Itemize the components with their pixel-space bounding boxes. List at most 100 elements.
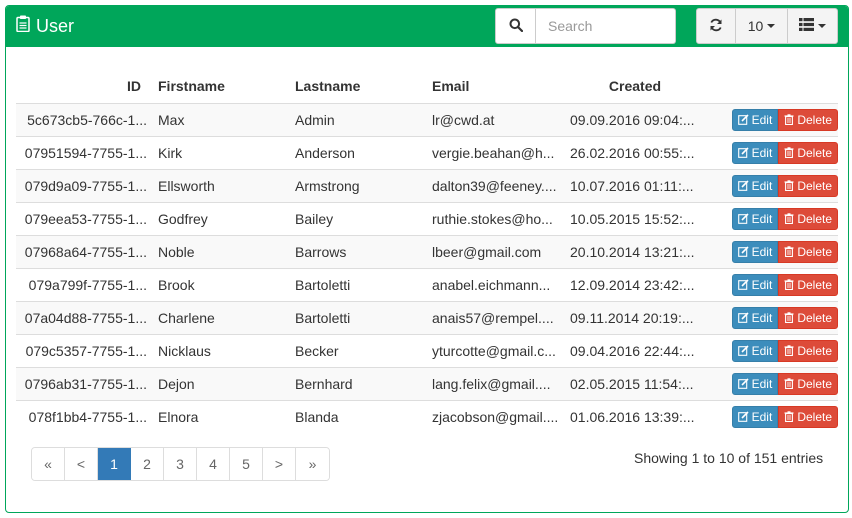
table-row[interactable]: 078f1bb4-7755-1... Elnora Blanda zjacobs… <box>16 399 838 433</box>
delete-button[interactable]: Delete <box>778 306 838 329</box>
column-header-firstname[interactable]: Firstname <box>153 70 290 103</box>
page-4[interactable]: 4 <box>197 448 230 480</box>
cell-firstname: Kirk <box>153 135 290 169</box>
edit-label: Edit <box>751 244 773 259</box>
cell-firstname: Noble <box>153 234 290 268</box>
delete-button[interactable]: Delete <box>778 372 838 395</box>
table-row[interactable]: 07a04d88-7755-1... Charlene Bartoletti a… <box>16 300 838 334</box>
table-row[interactable]: 07968a64-7755-1... Noble Barrows lbeer@g… <box>16 234 838 268</box>
edit-button[interactable]: Edit <box>731 174 779 197</box>
delete-button[interactable]: Delete <box>778 108 838 131</box>
edit-icon <box>737 180 749 191</box>
page-5[interactable]: 5 <box>230 448 263 480</box>
table-row[interactable]: 079eea53-7755-1... Godfrey Bailey ruthie… <box>16 201 838 235</box>
trash-icon <box>784 345 794 356</box>
delete-button[interactable]: Delete <box>778 273 838 296</box>
column-header-actions <box>705 70 838 103</box>
cell-id: 079c5357-7755-1... <box>16 333 153 367</box>
cell-created: 26.02.2016 00:55:... <box>565 135 705 169</box>
edit-label: Edit <box>751 178 773 193</box>
panel-title: User <box>16 15 74 37</box>
cell-firstname: Nicklaus <box>153 333 290 367</box>
cell-id: 07951594-7755-1... <box>16 135 153 169</box>
trash-icon <box>784 246 794 257</box>
cell-lastname: Becker <box>290 333 427 367</box>
user-panel: User Search 10 ID Firstname Lastname Ema… <box>5 5 849 513</box>
edit-button[interactable]: Edit <box>731 372 779 395</box>
delete-label: Delete <box>797 145 832 160</box>
cell-actions: Edit Delete <box>705 234 838 268</box>
refresh-button[interactable] <box>697 9 736 43</box>
delete-label: Delete <box>797 112 832 127</box>
edit-button[interactable]: Edit <box>731 207 779 230</box>
page-2[interactable]: 2 <box>131 448 164 480</box>
cell-id: 07a04d88-7755-1... <box>16 300 153 334</box>
table-row[interactable]: 079c5357-7755-1... Nicklaus Becker yturc… <box>16 333 838 367</box>
delete-button[interactable]: Delete <box>778 405 838 428</box>
search-button[interactable] <box>495 8 536 44</box>
columns-dropdown[interactable] <box>788 9 837 43</box>
delete-button[interactable]: Delete <box>778 207 838 230</box>
delete-label: Delete <box>797 376 832 391</box>
page-size-dropdown[interactable]: 10 <box>736 9 788 43</box>
cell-email: anabel.eichmann... <box>427 267 565 301</box>
edit-label: Edit <box>751 145 773 160</box>
page-3[interactable]: 3 <box>164 448 197 480</box>
cell-lastname: Blanda <box>290 399 427 433</box>
delete-button[interactable]: Delete <box>778 141 838 164</box>
delete-button[interactable]: Delete <box>778 339 838 362</box>
cell-actions: Edit Delete <box>705 168 838 202</box>
trash-icon <box>784 213 794 224</box>
page-1[interactable]: 1 <box>98 448 131 480</box>
panel-header: User Search 10 <box>6 6 848 47</box>
delete-label: Delete <box>797 211 832 226</box>
edit-button[interactable]: Edit <box>731 108 779 131</box>
cell-created: 20.10.2014 13:21:... <box>565 234 705 268</box>
delete-label: Delete <box>797 178 832 193</box>
edit-button[interactable]: Edit <box>731 141 779 164</box>
page-prev[interactable]: < <box>65 448 98 480</box>
cell-lastname: Bailey <box>290 201 427 235</box>
edit-button[interactable]: Edit <box>731 339 779 362</box>
cell-created: 09.09.2016 09:04:... <box>565 102 705 136</box>
edit-button[interactable]: Edit <box>731 405 779 428</box>
table-row[interactable]: 5c673cb5-766c-1... Max Admin lr@cwd.at 0… <box>16 102 838 136</box>
edit-label: Edit <box>751 310 773 325</box>
cell-created: 09.11.2014 20:19:... <box>565 300 705 334</box>
cell-firstname: Max <box>153 102 290 136</box>
search-input[interactable] <box>536 8 676 44</box>
page-next[interactable]: > <box>263 448 296 480</box>
table-row[interactable]: 079d9a09-7755-1... Ellsworth Armstrong d… <box>16 168 838 202</box>
delete-button[interactable]: Delete <box>778 174 838 197</box>
cell-email: ruthie.stokes@ho... <box>427 201 565 235</box>
cell-lastname: Armstrong <box>290 168 427 202</box>
column-header-email[interactable]: Email <box>427 70 565 103</box>
delete-label: Delete <box>797 343 832 358</box>
table-row[interactable]: 0796ab31-7755-1... Dejon Bernhard lang.f… <box>16 366 838 400</box>
cell-created: 10.07.2016 01:11:... <box>565 168 705 202</box>
cell-firstname: Elnora <box>153 399 290 433</box>
trash-icon <box>784 147 794 158</box>
column-header-lastname[interactable]: Lastname <box>290 70 427 103</box>
cell-actions: Edit Delete <box>705 366 838 400</box>
edit-button[interactable]: Edit <box>731 306 779 329</box>
page-last[interactable]: » <box>296 448 329 480</box>
cell-id: 079d9a09-7755-1... <box>16 168 153 202</box>
column-header-created[interactable]: Created <box>565 70 705 103</box>
cell-firstname: Brook <box>153 267 290 301</box>
trash-icon <box>784 114 794 125</box>
page-first[interactable]: « <box>32 448 65 480</box>
edit-button[interactable]: Edit <box>731 273 779 296</box>
cell-email: dalton39@feeney.... <box>427 168 565 202</box>
delete-button[interactable]: Delete <box>778 240 838 263</box>
table-row[interactable]: 079a799f-7755-1... Brook Bartoletti anab… <box>16 267 838 301</box>
table-row[interactable]: 07951594-7755-1... Kirk Anderson vergie.… <box>16 135 838 169</box>
cell-created: 01.06.2016 13:39:... <box>565 399 705 433</box>
caret-down-icon <box>818 24 826 28</box>
trash-icon <box>784 411 794 423</box>
cell-firstname: Charlene <box>153 300 290 334</box>
edit-button[interactable]: Edit <box>731 240 779 263</box>
column-header-id[interactable]: ID <box>16 70 153 103</box>
cell-actions: Edit Delete <box>705 135 838 169</box>
cell-actions: Edit Delete <box>705 300 838 334</box>
